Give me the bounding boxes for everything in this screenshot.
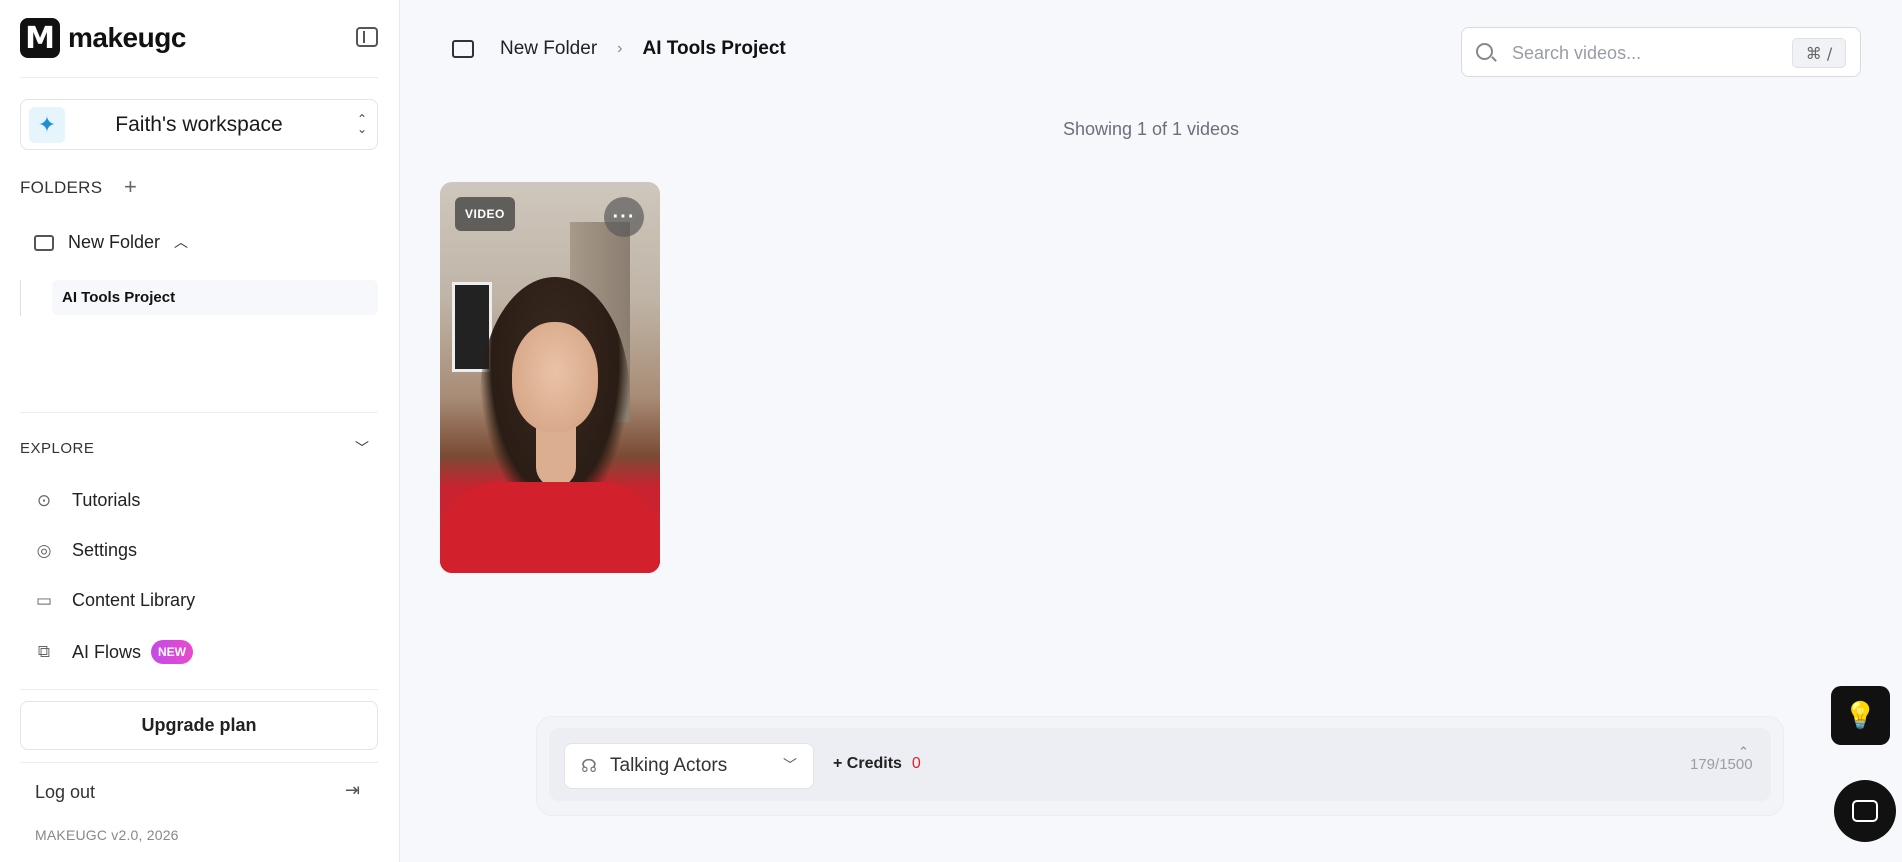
folder-icon bbox=[452, 40, 474, 58]
nav-content-library[interactable]: ▭ Content Library bbox=[34, 590, 195, 611]
logo[interactable]: M makeugc bbox=[20, 18, 186, 58]
thumbnail-person bbox=[512, 322, 598, 432]
sidebar-collapse-icon[interactable] bbox=[356, 27, 378, 47]
workspace-name: Faith's workspace bbox=[115, 112, 283, 136]
search-box[interactable]: ⌘ / bbox=[1461, 27, 1861, 77]
sidebar: M makeugc ✦ Faith's workspace ⌃ ⌄ FOLDERS… bbox=[0, 0, 400, 862]
lightbulb-button[interactable]: 💡 bbox=[1831, 686, 1890, 745]
lightbulb-icon: 💡 bbox=[1844, 700, 1877, 730]
credits-value: 0 bbox=[911, 755, 921, 772]
divider bbox=[20, 762, 378, 763]
chevron-down-icon[interactable]: ﹀ bbox=[355, 438, 369, 458]
breadcrumb: New Folder › AI Tools Project bbox=[452, 38, 786, 60]
chevron-up-icon[interactable]: ︿ bbox=[174, 232, 188, 252]
nav-label: Content Library bbox=[72, 590, 196, 610]
actor-type-label: Talking Actors bbox=[610, 755, 728, 776]
sidebar-folder-ai-tools-project[interactable]: AI Tools Project bbox=[52, 280, 378, 315]
headset-icon: ☊ bbox=[581, 756, 597, 776]
nav-label: Tutorials bbox=[72, 490, 141, 510]
nav-tutorials[interactable]: ⊙ Tutorials bbox=[34, 490, 140, 511]
chevron-up-down-icon: ⌃ ⌄ bbox=[356, 112, 367, 136]
sidebar-folder-new-folder[interactable]: New Folder ︿ bbox=[34, 232, 188, 253]
chevron-up-icon[interactable]: ⌃ bbox=[1738, 744, 1749, 760]
logout-icon[interactable]: ⇥ bbox=[345, 780, 360, 801]
divider bbox=[20, 412, 378, 413]
settings-icon: ◎ bbox=[36, 540, 52, 560]
divider bbox=[20, 77, 378, 78]
logout-button[interactable]: Log out bbox=[35, 782, 95, 803]
explore-heading: EXPLORE bbox=[20, 440, 95, 457]
logo-text: makeugc bbox=[68, 22, 186, 53]
nav-settings[interactable]: ◎ Settings bbox=[34, 540, 137, 561]
thumbnail-person bbox=[536, 427, 576, 487]
shortcut-hint: ⌘ / bbox=[1792, 38, 1846, 68]
workspace-switcher[interactable]: ✦ Faith's workspace ⌃ ⌄ bbox=[20, 99, 378, 150]
app-version: MAKEUGC v2.0, 2026 bbox=[35, 827, 179, 843]
tree-line bbox=[20, 280, 21, 316]
nav-ai-flows[interactable]: ⧉ AI Flows NEW bbox=[34, 640, 194, 664]
more-options-button[interactable]: ··· bbox=[604, 197, 644, 237]
folder-icon bbox=[34, 234, 54, 251]
credits-label: + Credits bbox=[833, 755, 902, 772]
video-type-badge: VIDEO bbox=[455, 197, 515, 231]
play-circle-icon: ⊙ bbox=[36, 490, 52, 510]
breadcrumb-item-new-folder[interactable]: New Folder bbox=[500, 38, 597, 60]
nav-label: Settings bbox=[72, 540, 138, 560]
actor-type-select[interactable]: ☊ Talking Actors ﹀ bbox=[564, 743, 814, 789]
upgrade-plan-button[interactable]: Upgrade plan bbox=[20, 701, 378, 750]
add-folder-icon[interactable]: + bbox=[124, 174, 137, 200]
folders-heading: FOLDERS bbox=[20, 178, 103, 197]
credits-button[interactable]: + Credits 0 bbox=[833, 755, 921, 773]
results-count: Showing 1 of 1 videos bbox=[1062, 119, 1240, 139]
chat-support-button[interactable] bbox=[1834, 780, 1896, 842]
divider bbox=[20, 689, 378, 690]
chevron-down-icon: ﹀ bbox=[783, 757, 797, 773]
flows-icon: ⧉ bbox=[37, 642, 51, 661]
logo-mark: M bbox=[20, 18, 60, 58]
search-input[interactable] bbox=[1512, 40, 1772, 66]
folder-icon: ▭ bbox=[35, 590, 53, 610]
breadcrumb-current: AI Tools Project bbox=[642, 38, 786, 59]
nav-label: AI Flows bbox=[72, 641, 142, 662]
video-card[interactable]: VIDEO ··· bbox=[440, 182, 660, 573]
new-badge: NEW bbox=[151, 640, 194, 664]
chevron-right-icon: › bbox=[617, 40, 623, 57]
chat-icon bbox=[1852, 800, 1878, 822]
search-icon bbox=[1476, 43, 1493, 60]
folder-label: New Folder bbox=[68, 232, 161, 252]
thumbnail-person bbox=[440, 482, 660, 573]
